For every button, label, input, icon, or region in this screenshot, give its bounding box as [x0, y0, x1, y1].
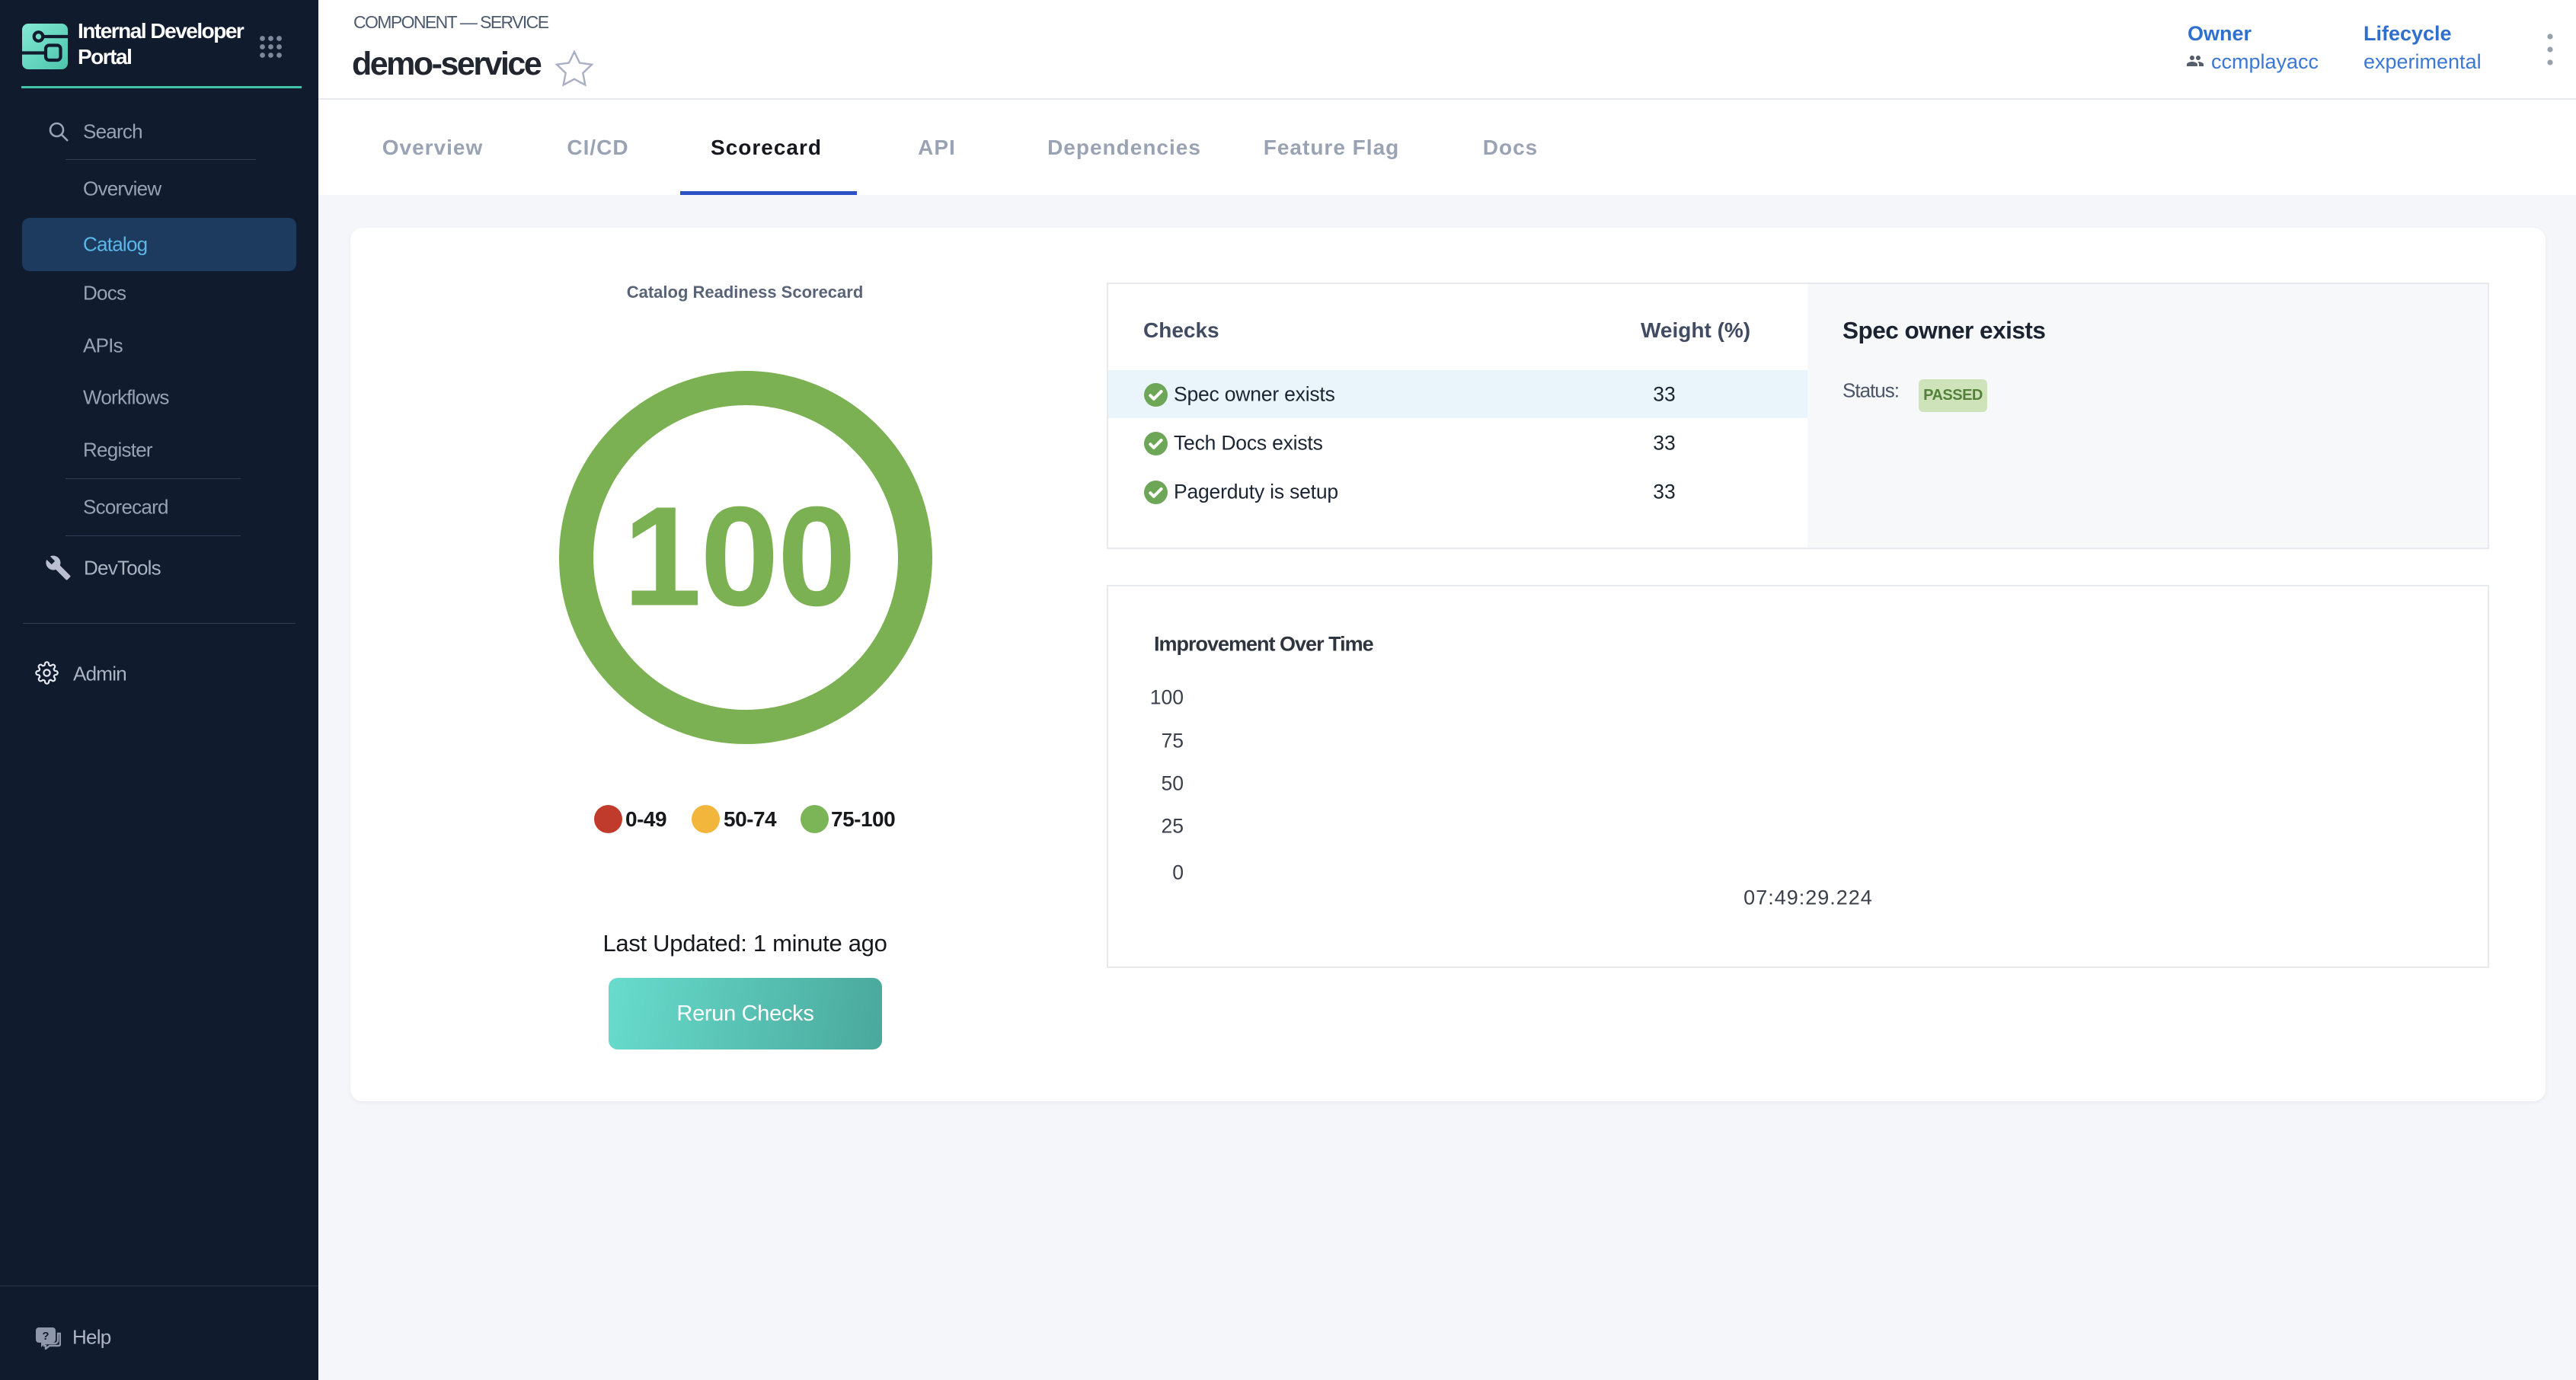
svg-text:?: ? — [42, 1330, 49, 1343]
